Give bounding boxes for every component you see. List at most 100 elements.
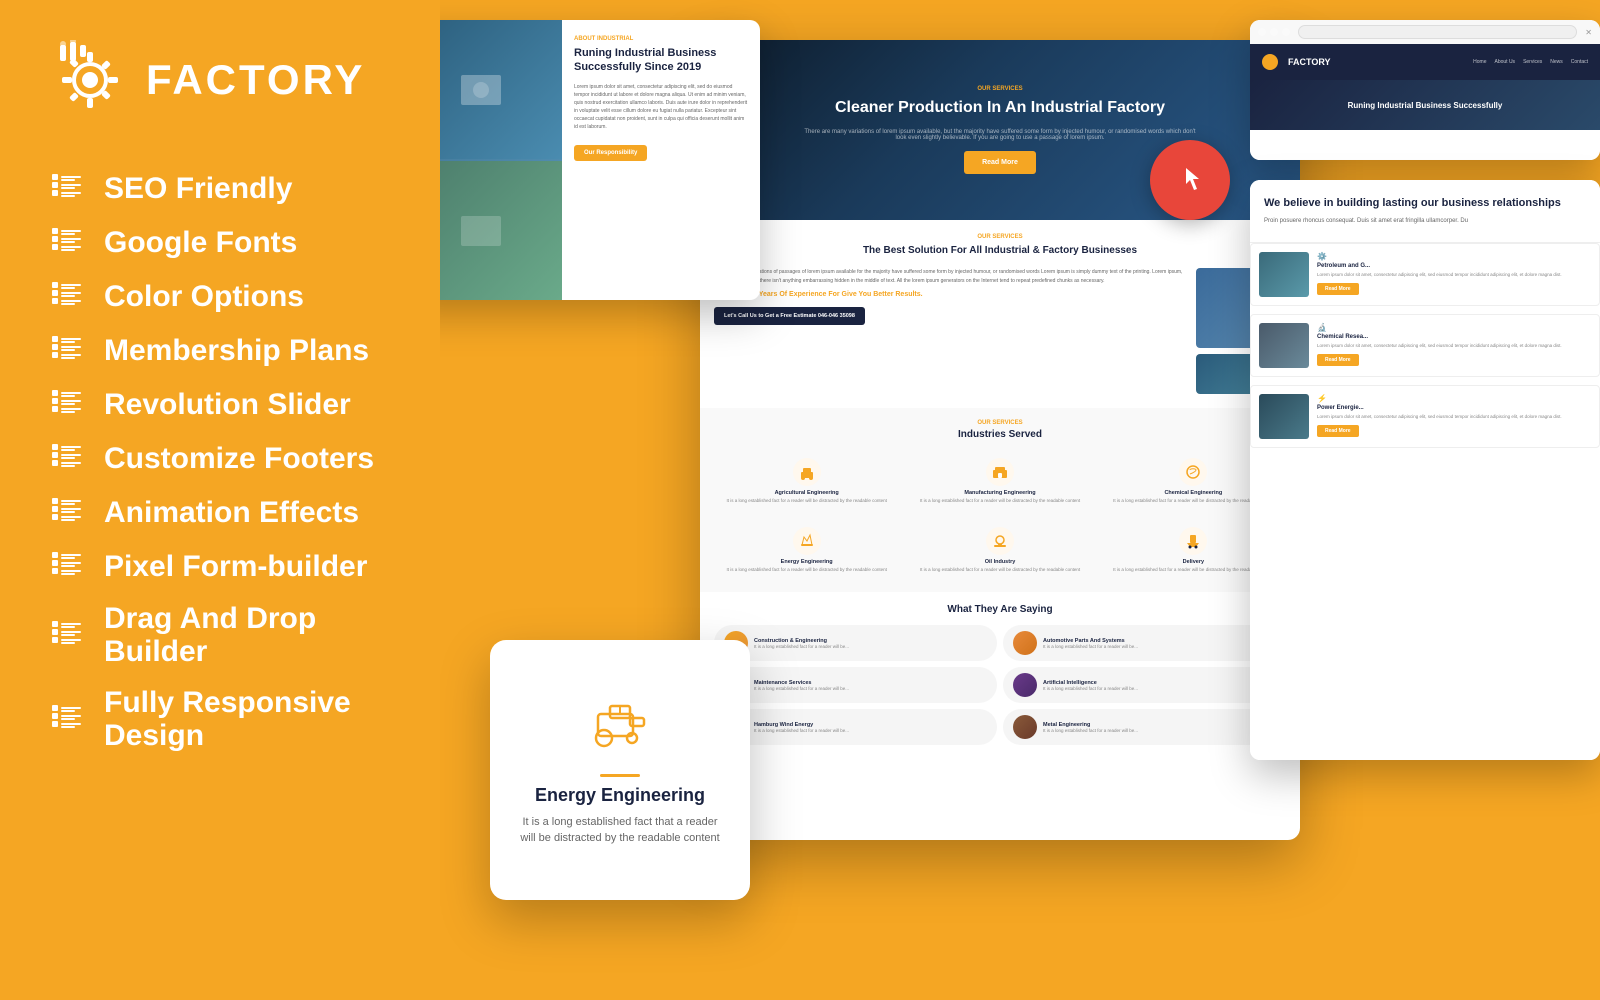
testimonial-text-4: Artificial Intelligence It is a long est… bbox=[1043, 680, 1138, 691]
feature-label-color: Color Options bbox=[104, 280, 304, 313]
industry-item-2: Manufacturing Engineering It is a long e… bbox=[907, 450, 1092, 511]
feature-item-slider: Revolution Slider bbox=[50, 386, 390, 422]
about-desc: Lorem ipsum dolor sit amet, consectetur … bbox=[574, 83, 748, 131]
about-btn[interactable]: Our Responsibility bbox=[574, 145, 647, 161]
industry-desc-5: It is a long established fact for a read… bbox=[911, 567, 1088, 572]
testimonial-sub-5: It is a long established fact for a read… bbox=[754, 728, 849, 733]
browser-bar: ✕ bbox=[1250, 20, 1600, 44]
solution-content: There are many variations of passages of… bbox=[714, 268, 1286, 394]
url-bar bbox=[1298, 25, 1577, 39]
right-card-desc-2: Lorem ipsum dolor sit amet, consectetur … bbox=[1317, 343, 1591, 350]
nav-item-about: About Us bbox=[1494, 59, 1515, 65]
right-card-desc-3: Lorem ipsum dolor sit amet, consectetur … bbox=[1317, 414, 1591, 421]
click-button[interactable] bbox=[1150, 140, 1230, 220]
industry-label-1: Agricultural Engineering bbox=[718, 490, 895, 496]
feature-item-fonts: Google Fonts bbox=[50, 224, 390, 260]
feature-list: SEO Friendly Google Fonts Color Options bbox=[50, 170, 390, 752]
testimonial-item-1: Construction & Engineering It is a long … bbox=[714, 625, 997, 661]
tractor-icon bbox=[590, 694, 650, 754]
nav-hero-strip: Runing Industrial Business Successfully bbox=[1250, 80, 1600, 130]
brand-name: FACTORY bbox=[146, 56, 365, 104]
right-card-icon-3: ⚡ bbox=[1317, 394, 1591, 403]
nav-brand: FACTORY bbox=[1288, 57, 1331, 67]
feature-item-membership: Membership Plans bbox=[50, 332, 390, 368]
right-card-title-1: Petroleum and G... bbox=[1317, 263, 1591, 269]
industry-label-2: Manufacturing Engineering bbox=[911, 490, 1088, 496]
industry-icon-4 bbox=[793, 527, 821, 555]
hero-subtitle: OUR SERVICES bbox=[977, 86, 1022, 92]
testimonial-avatar-4 bbox=[1013, 673, 1037, 697]
testimonial-text-3: Maintenance Services It is a long establ… bbox=[754, 680, 849, 691]
feature-label-animation: Animation Effects bbox=[104, 496, 359, 529]
right-card-btn-3[interactable]: Read More bbox=[1317, 425, 1359, 437]
solution-label: OUR SERVICES bbox=[714, 234, 1286, 240]
pointer-icon bbox=[1172, 162, 1208, 198]
right-card-text-2: 🔬 Chemical Resea... Lorem ipsum dolor si… bbox=[1317, 323, 1591, 366]
card-divider bbox=[600, 774, 640, 777]
feature-icon-drag bbox=[50, 617, 86, 653]
screenshot-about: ABOUT INDUSTRIAL Runing Industrial Busin… bbox=[400, 20, 760, 300]
testimonial-text-2: Automotive Parts And Systems It is a lon… bbox=[1043, 638, 1138, 649]
industry-desc-1: It is a long established fact for a read… bbox=[718, 498, 895, 503]
nav-item-contact: Contact bbox=[1571, 59, 1588, 65]
nav-dot-1 bbox=[1258, 28, 1266, 36]
right-card-3: ⚡ Power Energie... Lorem ipsum dolor sit… bbox=[1250, 385, 1600, 448]
industry-label-4: Energy Engineering bbox=[718, 559, 895, 565]
testimonial-avatar-2 bbox=[1013, 631, 1037, 655]
right-card-btn-1[interactable]: Read More bbox=[1317, 283, 1359, 295]
right-header-desc: Proin posuere rhoncus consequat. Duis si… bbox=[1264, 217, 1586, 226]
testimonial-item-4: Artificial Intelligence It is a long est… bbox=[1003, 667, 1286, 703]
solution-desc: There are many variations of passages of… bbox=[714, 268, 1186, 285]
feature-label-responsive: Fully Responsive Design bbox=[104, 686, 390, 752]
right-card-title-2: Chemical Resea... bbox=[1317, 334, 1591, 340]
right-header-title: We believe in building lasting our busin… bbox=[1264, 196, 1586, 211]
right-card-btn-2[interactable]: Read More bbox=[1317, 354, 1359, 366]
right-card-text-3: ⚡ Power Energie... Lorem ipsum dolor sit… bbox=[1317, 394, 1591, 437]
feature-icon-responsive bbox=[50, 701, 86, 737]
nav-logo-icon bbox=[1262, 54, 1278, 70]
right-card-desc-1: Lorem ipsum dolor sit amet, consectetur … bbox=[1317, 272, 1591, 279]
testimonial-sub-4: It is a long established fact for a read… bbox=[1043, 686, 1138, 691]
testimonial-item-2: Automotive Parts And Systems It is a lon… bbox=[1003, 625, 1286, 661]
feature-item-animation: Animation Effects bbox=[50, 494, 390, 530]
testimonial-sub-6: It is a long established fact for a read… bbox=[1043, 728, 1138, 733]
testimonial-sub-3: It is a long established fact for a read… bbox=[754, 686, 849, 691]
feature-icon-color bbox=[50, 278, 86, 314]
testimonial-name-2: Automotive Parts And Systems bbox=[1043, 638, 1138, 644]
industries-grid: Agricultural Engineering It is a long es… bbox=[714, 450, 1286, 580]
hero-title: Cleaner Production In An Industrial Fact… bbox=[835, 98, 1165, 119]
testimonial-avatar-6 bbox=[1013, 715, 1037, 739]
solution-btn[interactable]: Let's Call Us to Get a Free Estimate 046… bbox=[714, 307, 865, 325]
left-panel: FACTORY SEO Friendly Google Fonts bbox=[0, 0, 440, 1000]
industries-title: Industries Served bbox=[714, 429, 1286, 440]
nav-hero-text: Runing Industrial Business Successfully bbox=[1348, 101, 1503, 110]
feature-item-drag: Drag And Drop Builder bbox=[50, 602, 390, 668]
screenshot-right-panel: We believe in building lasting our busin… bbox=[1250, 180, 1600, 760]
feature-icon-footer bbox=[50, 440, 86, 476]
right-header: We believe in building lasting our busin… bbox=[1250, 180, 1600, 243]
about-label: ABOUT INDUSTRIAL bbox=[574, 36, 748, 42]
nav-item-news: News bbox=[1550, 59, 1563, 65]
card-title: Energy Engineering bbox=[535, 785, 705, 806]
testimonials-title: What They Are Saying bbox=[714, 604, 1286, 615]
logo-area: FACTORY bbox=[50, 40, 390, 120]
testimonial-sub-2: It is a long established fact for a read… bbox=[1043, 644, 1138, 649]
factory-logo-icon bbox=[50, 40, 130, 120]
nav-dot-3 bbox=[1282, 28, 1290, 36]
solution-text: There are many variations of passages of… bbox=[714, 268, 1186, 394]
solution-experience: We Have 25+ Years Of Experience For Give… bbox=[714, 291, 1186, 298]
feature-label-slider: Revolution Slider bbox=[104, 388, 351, 421]
screenshot-nav: ✕ FACTORY Home About Us Services News Co… bbox=[1250, 20, 1600, 160]
hero-btn[interactable]: Read More bbox=[964, 151, 1036, 174]
right-card-img-1 bbox=[1259, 252, 1309, 297]
browser-controls: ✕ bbox=[1585, 28, 1592, 37]
feature-label-seo: SEO Friendly bbox=[104, 172, 292, 205]
feature-item-responsive: Fully Responsive Design bbox=[50, 686, 390, 752]
industry-label-5: Oil Industry bbox=[911, 559, 1088, 565]
feature-item-seo: SEO Friendly bbox=[50, 170, 390, 206]
testimonial-text-5: Hamburg Wind Energy It is a long establi… bbox=[754, 722, 849, 733]
feature-icon-slider bbox=[50, 386, 86, 422]
solution-section: OUR SERVICES The Best Solution For All I… bbox=[700, 220, 1300, 408]
feature-item-form: Pixel Form-builder bbox=[50, 548, 390, 584]
energy-card: Energy Engineering It is a long establis… bbox=[490, 640, 750, 900]
